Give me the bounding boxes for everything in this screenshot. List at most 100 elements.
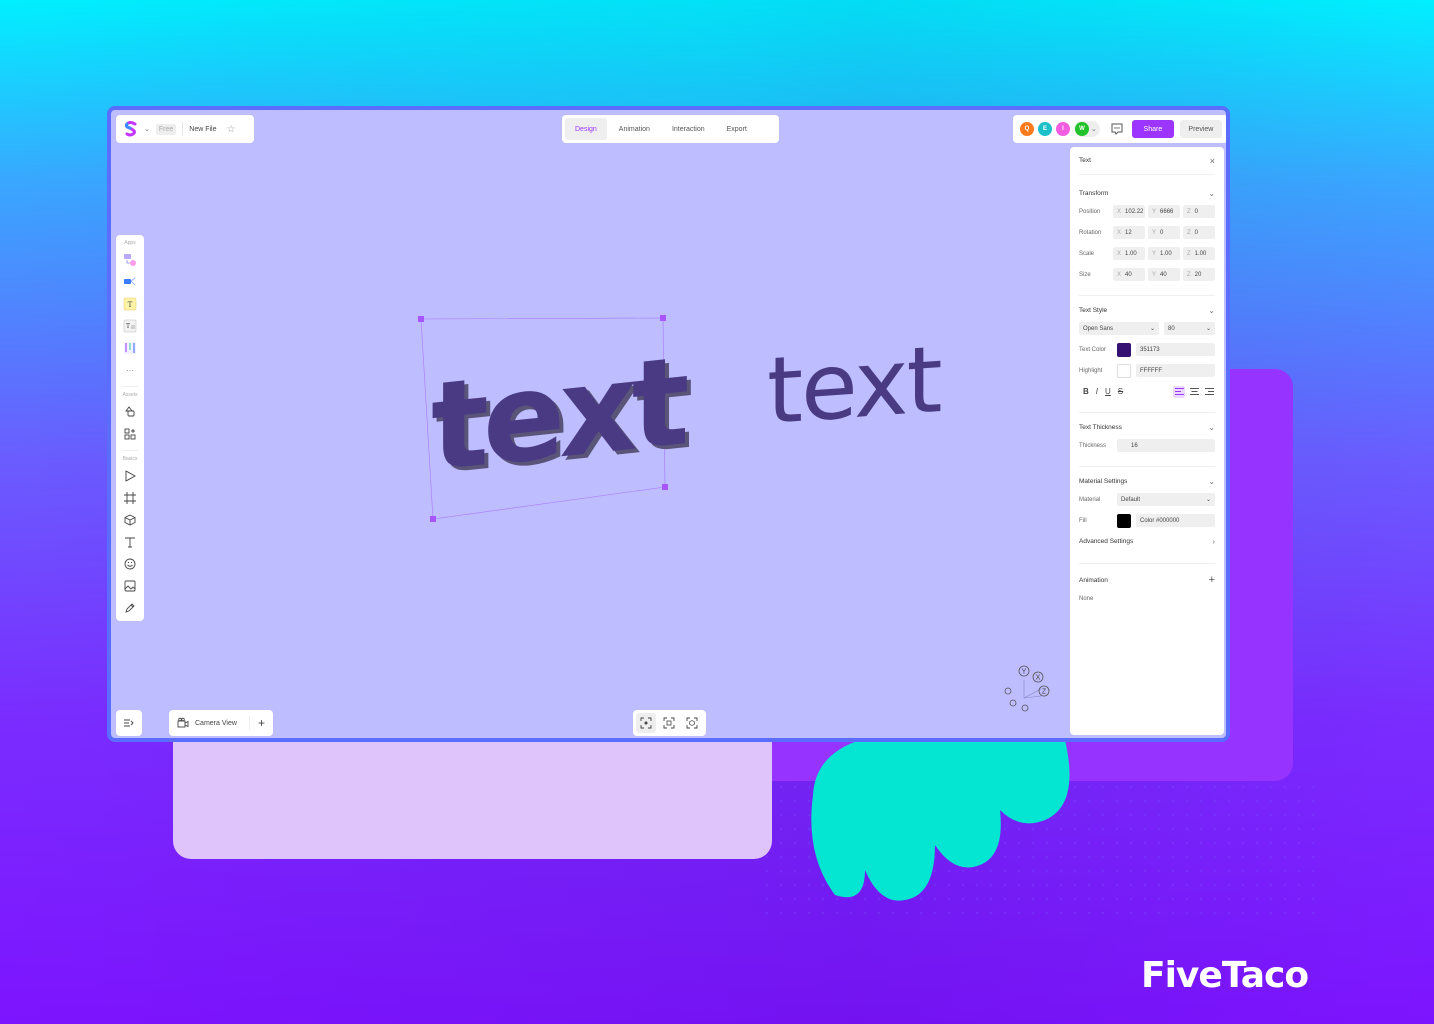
scale-z-field[interactable]: Z 1.00: [1183, 247, 1215, 260]
fill-color-field[interactable]: Color #000000: [1136, 514, 1215, 527]
avatar[interactable]: E: [1038, 122, 1052, 136]
pen-tool-icon[interactable]: [119, 597, 141, 619]
sticky-note-app-icon[interactable]: T: [119, 293, 141, 315]
kanban-app-icon[interactable]: [119, 337, 141, 359]
text-color-field[interactable]: 351173: [1136, 343, 1215, 356]
axis-gizmo[interactable]: Y X Z: [1001, 660, 1061, 720]
rotation-x-field[interactable]: X 12: [1113, 226, 1145, 239]
row-label: Thickness: [1079, 442, 1107, 449]
star-icon[interactable]: ☆: [227, 124, 236, 135]
transform-row-position: Position X 102.22 Y 6666 Z0: [1079, 201, 1215, 222]
cube-tool-icon[interactable]: [119, 509, 141, 531]
bold-button[interactable]: B: [1083, 387, 1089, 396]
advanced-settings-link[interactable]: Advanced Settings ›: [1079, 533, 1215, 549]
file-bar: ⌄ Free New File ☆: [116, 115, 254, 143]
tab-animation[interactable]: Animation: [609, 118, 660, 140]
underline-button[interactable]: U: [1105, 387, 1111, 396]
row-label: Rotation: [1079, 229, 1102, 236]
flow-app-icon[interactable]: [119, 249, 141, 271]
tab-interaction[interactable]: Interaction: [662, 118, 715, 140]
app-logo-icon[interactable]: [124, 121, 138, 137]
format-row: B I U S: [1079, 381, 1215, 402]
axis-label-y: Y: [1022, 669, 1027, 676]
row-label: Text Color: [1079, 346, 1107, 353]
position-x-field[interactable]: X 102.22: [1113, 205, 1145, 218]
text-block-app-icon[interactable]: T: [119, 315, 141, 337]
rotation-y-field[interactable]: Y0: [1148, 226, 1180, 239]
highlight-color-field[interactable]: FFFFFF: [1136, 364, 1215, 377]
close-icon[interactable]: ×: [1210, 156, 1215, 166]
divider: [1079, 412, 1215, 413]
section-animation: Animation +: [1079, 572, 1215, 588]
divider: [1079, 295, 1215, 296]
avatar[interactable]: Q: [1020, 122, 1034, 136]
section-label-assets: Assets: [122, 392, 138, 398]
field-value: Open Sans: [1083, 325, 1114, 332]
avatar-dropdown[interactable]: W ⌄: [1074, 121, 1100, 137]
row-label: Size: [1079, 271, 1091, 278]
position-y-field[interactable]: Y 6666: [1148, 205, 1180, 218]
file-name[interactable]: New File: [189, 126, 216, 133]
selected-3d-text[interactable]: text text: [411, 305, 691, 535]
fit-view-button[interactable]: [659, 713, 679, 733]
text-color-swatch[interactable]: [1117, 342, 1131, 357]
axis-label-z: Z: [1042, 689, 1047, 696]
strikethrough-button[interactable]: S: [1118, 387, 1123, 396]
focus-selection-button[interactable]: [636, 713, 656, 733]
rotation-z-field[interactable]: Z0: [1183, 226, 1215, 239]
section-transform[interactable]: Transform ⌄: [1079, 185, 1215, 201]
align-left-button[interactable]: [1173, 385, 1185, 398]
image-tool-icon[interactable]: [119, 575, 141, 597]
material-select[interactable]: Default ⌄: [1117, 493, 1215, 506]
chevron-down-icon: ⌄: [1208, 188, 1215, 198]
frame-tool-icon[interactable]: [119, 487, 141, 509]
font-size-select[interactable]: 80 ⌄: [1164, 322, 1215, 335]
shapes-asset-icon[interactable]: [119, 401, 141, 423]
share-button[interactable]: Share: [1131, 120, 1174, 138]
chevron-down-icon[interactable]: ⌄: [144, 125, 150, 133]
pointer-tool-icon[interactable]: [119, 465, 141, 487]
preview-button[interactable]: Preview: [1179, 120, 1222, 138]
avatar[interactable]: I: [1056, 122, 1070, 136]
components-asset-icon[interactable]: [119, 423, 141, 445]
position-z-field[interactable]: Z0: [1183, 205, 1215, 218]
divider: [1079, 563, 1215, 564]
toggle-layers-button[interactable]: [116, 710, 142, 736]
align-center-button[interactable]: [1188, 386, 1200, 398]
reset-3d-view-button[interactable]: [682, 713, 702, 733]
section-text-style[interactable]: Text Style ⌄: [1079, 302, 1215, 318]
font-family-select[interactable]: Open Sans ⌄: [1079, 322, 1159, 335]
size-x-field[interactable]: X 40: [1113, 268, 1145, 281]
thickness-field[interactable]: 16: [1117, 439, 1215, 452]
scale-y-field[interactable]: Y 1.00: [1148, 247, 1180, 260]
camera-view-label[interactable]: Camera View: [195, 720, 237, 727]
selection-handle[interactable]: [660, 315, 666, 321]
more-apps-icon[interactable]: ···: [119, 359, 141, 381]
field-value: 12: [1125, 229, 1132, 236]
size-z-field[interactable]: Z 20: [1183, 268, 1215, 281]
selection-handle[interactable]: [662, 484, 668, 490]
text-tool-icon[interactable]: [119, 531, 141, 553]
focus-icon: [640, 717, 652, 729]
highlight-swatch[interactable]: [1117, 363, 1131, 378]
tab-design[interactable]: Design: [565, 118, 607, 140]
selection-handle[interactable]: [430, 516, 436, 522]
comment-icon[interactable]: [1110, 122, 1124, 136]
section-text-thickness[interactable]: Text Thickness ⌄: [1079, 419, 1215, 435]
emoji-tool-icon[interactable]: [119, 553, 141, 575]
italic-button[interactable]: I: [1096, 387, 1098, 396]
add-camera-button[interactable]: +: [249, 716, 273, 730]
scale-x-field[interactable]: X 1.00: [1113, 247, 1145, 260]
transform-row-scale: Scale X 1.00 Y 1.00 Z 1.00: [1079, 243, 1215, 264]
flat-text-object[interactable]: text: [767, 326, 941, 445]
tab-export[interactable]: Export: [717, 118, 757, 140]
panel-title: Text: [1079, 157, 1091, 164]
selection-handle[interactable]: [418, 316, 424, 322]
mindmap-app-icon[interactable]: [119, 271, 141, 293]
add-animation-button[interactable]: +: [1209, 574, 1215, 586]
align-right-button[interactable]: [1203, 386, 1215, 398]
section-material-settings[interactable]: Material Settings ⌄: [1079, 473, 1215, 489]
fill-swatch[interactable]: [1117, 513, 1131, 528]
size-y-field[interactable]: Y 40: [1148, 268, 1180, 281]
field-value: 6666: [1160, 208, 1174, 215]
